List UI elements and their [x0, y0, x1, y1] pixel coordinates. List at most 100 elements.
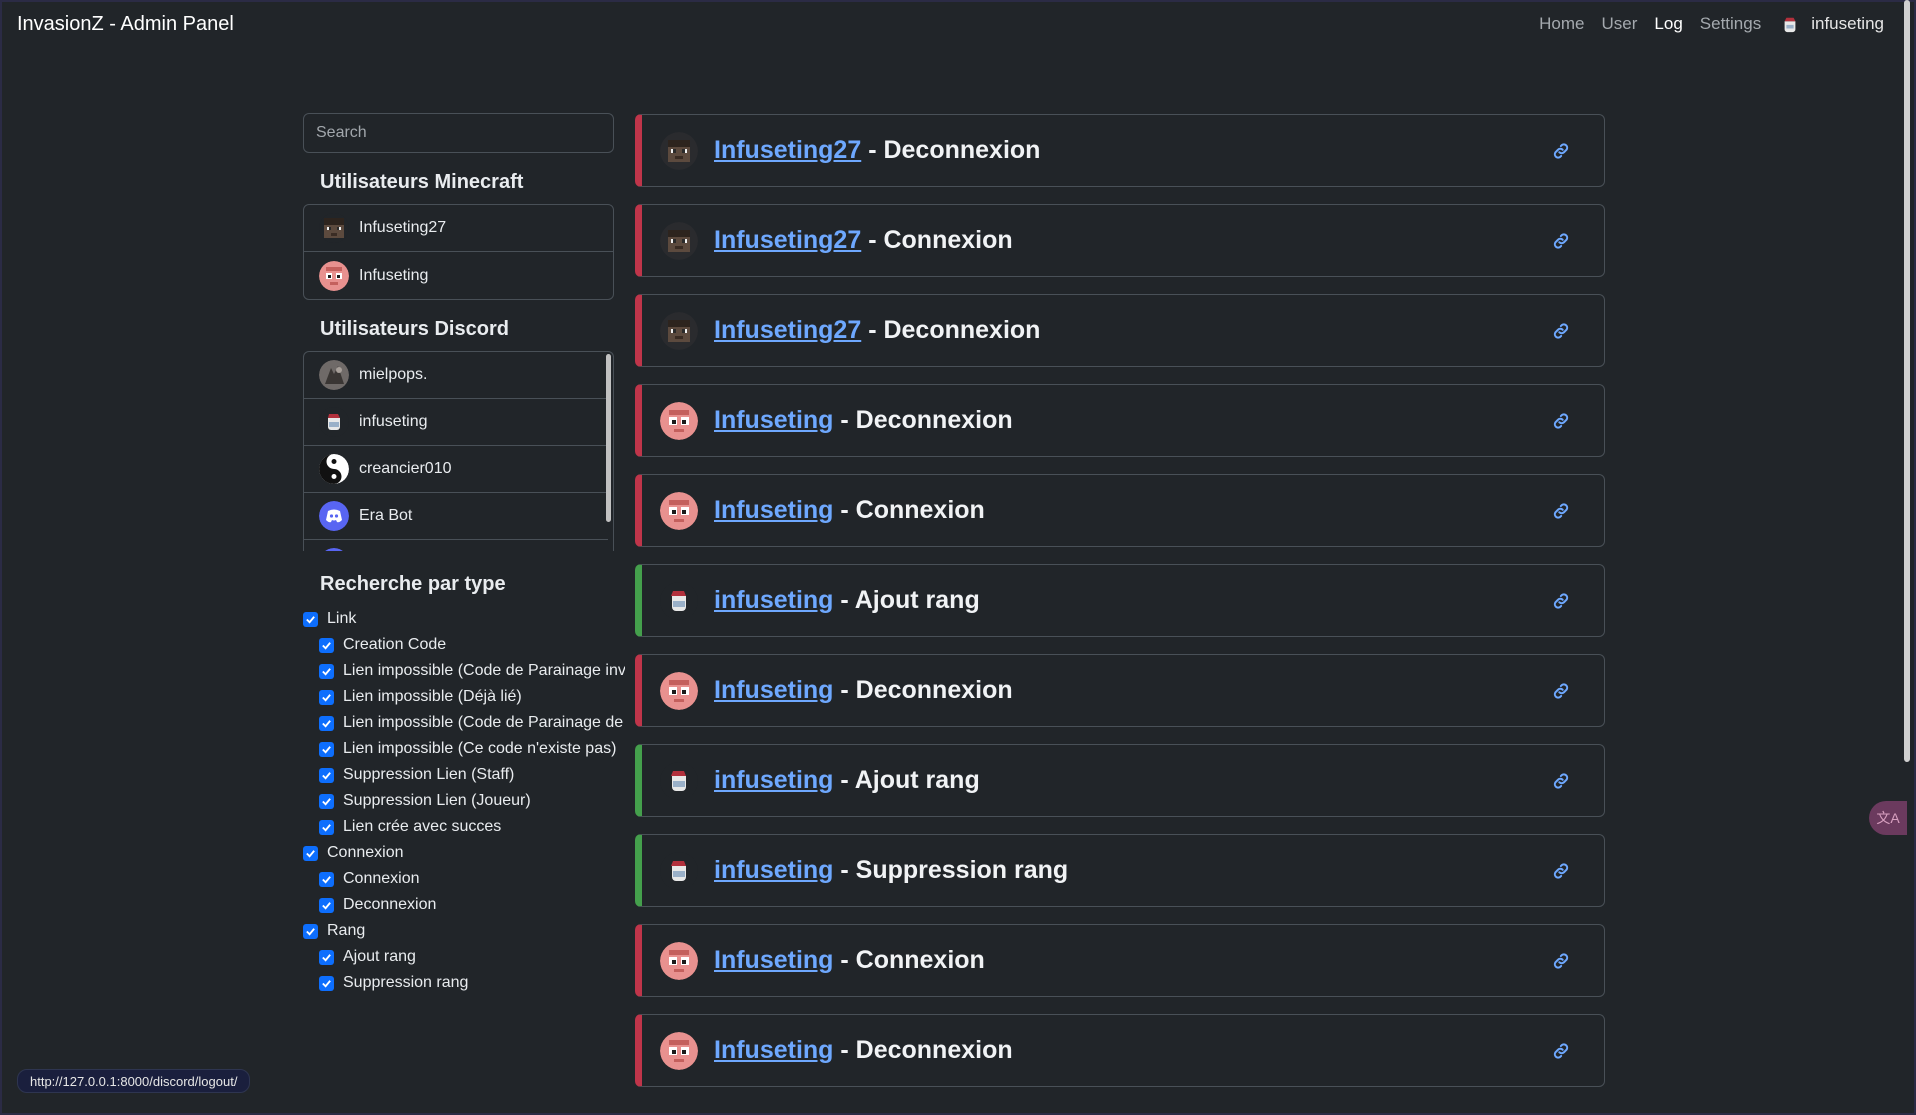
log-card: Infuseting - Deconnexion	[635, 1014, 1605, 1087]
filter-label: Deconnexion	[343, 896, 437, 913]
filter-suppression-lien-joueur[interactable]: Suppression Lien (Joueur)	[303, 788, 625, 814]
discord-user-name: mielpops.	[359, 366, 428, 383]
link-icon[interactable]	[1550, 1041, 1572, 1061]
link-icon[interactable]	[1550, 141, 1572, 161]
checkbox[interactable]	[319, 767, 334, 783]
checkbox[interactable]	[319, 689, 334, 705]
filter-lien-cree[interactable]: Lien crée avec succes	[303, 814, 625, 840]
nav-log[interactable]: Log	[1654, 14, 1682, 34]
discord-users-list[interactable]: mielpops. infuseting creancier010 Era Bo…	[303, 351, 614, 551]
nav-settings[interactable]: Settings	[1700, 14, 1761, 34]
avatar	[660, 221, 698, 260]
discord-list-scrollbar[interactable]	[606, 354, 611, 522]
checkbox[interactable]	[319, 871, 334, 887]
log-card: infuseting - Ajout rang	[635, 564, 1605, 637]
checkbox[interactable]	[319, 793, 334, 809]
checkbox[interactable]	[319, 897, 334, 913]
log-user-link[interactable]: Infuseting	[714, 676, 833, 704]
filter-label: Lien impossible (Code de Parainage de so…	[343, 714, 625, 731]
brand-title[interactable]: InvasionZ - Admin Panel	[17, 13, 234, 36]
link-icon[interactable]	[1550, 591, 1572, 611]
translate-icon[interactable]: 文A	[1869, 801, 1907, 835]
nav-user-menu[interactable]: infuseting	[1781, 14, 1884, 34]
log-action: Deconnexion	[883, 316, 1041, 344]
log-card: Infuseting - Deconnexion	[635, 654, 1605, 727]
nav-user[interactable]: User	[1602, 14, 1638, 34]
checkbox[interactable]	[303, 611, 318, 627]
filter-lien-impossible-deja-lie[interactable]: Lien impossible (Déjà lié)	[303, 684, 625, 710]
check-icon	[322, 979, 331, 988]
log-title: Infuseting27 - Deconnexion	[714, 316, 1041, 344]
filter-suppression-rang[interactable]: Suppression rang	[303, 970, 625, 996]
filter-connexion-group[interactable]: Connexion	[303, 840, 625, 866]
filter-link[interactable]: Link	[303, 606, 625, 632]
avatar	[660, 131, 698, 170]
check-icon	[322, 901, 331, 910]
link-icon[interactable]	[1550, 231, 1572, 251]
filter-list: Link Creation Code Lien impossible (Code…	[303, 606, 625, 996]
link-icon[interactable]	[1550, 681, 1572, 701]
list-item[interactable]: Infuseting	[304, 252, 613, 299]
log-action: Ajout rang	[854, 766, 980, 794]
log-user-link[interactable]: Infuseting27	[714, 136, 861, 164]
discord-users-title: Utilisateurs Discord	[320, 318, 509, 340]
filter-label: Suppression Lien (Joueur)	[343, 792, 531, 809]
log-card: Infuseting27 - Deconnexion	[635, 114, 1605, 187]
avatar	[660, 1031, 698, 1070]
log-user-link[interactable]: Infuseting27	[714, 316, 861, 344]
checkbox[interactable]	[303, 845, 318, 861]
filter-title: Recherche par type	[320, 573, 506, 595]
filter-deconnexion[interactable]: Deconnexion	[303, 892, 625, 918]
log-user-link[interactable]: infuseting	[714, 586, 833, 614]
log-user-link[interactable]: Infuseting	[714, 406, 833, 434]
check-icon	[306, 849, 315, 858]
log-user-link[interactable]: Infuseting	[714, 1036, 833, 1064]
link-icon[interactable]	[1550, 771, 1572, 791]
checkbox[interactable]	[319, 975, 334, 991]
log-card: Infuseting - Deconnexion	[635, 384, 1605, 457]
filter-label: Lien impossible (Code de Parainage inval…	[343, 662, 625, 679]
filter-suppression-lien-staff[interactable]: Suppression Lien (Staff)	[303, 762, 625, 788]
nav-home[interactable]: Home	[1539, 14, 1584, 34]
checkbox[interactable]	[319, 741, 334, 757]
filter-label: Link	[327, 610, 357, 627]
avatar	[319, 213, 349, 243]
log-user-link[interactable]: infuseting	[714, 856, 833, 884]
log-title: infuseting - Ajout rang	[714, 766, 980, 794]
link-icon[interactable]	[1550, 501, 1572, 521]
page-scrollbar[interactable]	[1904, 0, 1910, 762]
list-item[interactable]: creancier010	[304, 446, 608, 493]
check-icon	[322, 797, 331, 806]
checkbox[interactable]	[319, 663, 334, 679]
link-icon[interactable]	[1550, 321, 1572, 341]
filter-lien-impossible-existe-pas[interactable]: Lien impossible (Ce code n'existe pas)	[303, 736, 625, 762]
list-item[interactable]: Era Bot	[304, 493, 608, 540]
filter-ajout-rang[interactable]: Ajout rang	[303, 944, 625, 970]
list-item[interactable]: mielpops.	[304, 352, 608, 399]
list-item[interactable]: Infuseting27	[304, 205, 613, 252]
link-icon[interactable]	[1550, 411, 1572, 431]
filter-rang-group[interactable]: Rang	[303, 918, 625, 944]
log-user-link[interactable]: Infuseting	[714, 946, 833, 974]
log-title: Infuseting27 - Deconnexion	[714, 136, 1041, 164]
list-item[interactable]: infuseting	[304, 399, 608, 446]
log-title: Infuseting - Connexion	[714, 946, 985, 974]
checkbox[interactable]	[319, 637, 334, 653]
log-user-link[interactable]: Infuseting	[714, 496, 833, 524]
filter-lien-impossible-soi[interactable]: Lien impossible (Code de Parainage de so…	[303, 710, 625, 736]
filter-connexion[interactable]: Connexion	[303, 866, 625, 892]
filter-lien-impossible-invalide[interactable]: Lien impossible (Code de Parainage inval…	[303, 658, 625, 684]
avatar	[660, 401, 698, 440]
checkbox[interactable]	[319, 715, 334, 731]
log-user-link[interactable]: Infuseting27	[714, 226, 861, 254]
checkbox[interactable]	[319, 819, 334, 835]
link-icon[interactable]	[1550, 861, 1572, 881]
link-icon[interactable]	[1550, 951, 1572, 971]
filter-creation-code[interactable]: Creation Code	[303, 632, 625, 658]
checkbox[interactable]	[319, 949, 334, 965]
checkbox[interactable]	[303, 923, 318, 939]
list-item[interactable]	[304, 540, 608, 551]
search-input[interactable]	[303, 113, 614, 153]
check-icon	[322, 875, 331, 884]
log-user-link[interactable]: infuseting	[714, 766, 833, 794]
